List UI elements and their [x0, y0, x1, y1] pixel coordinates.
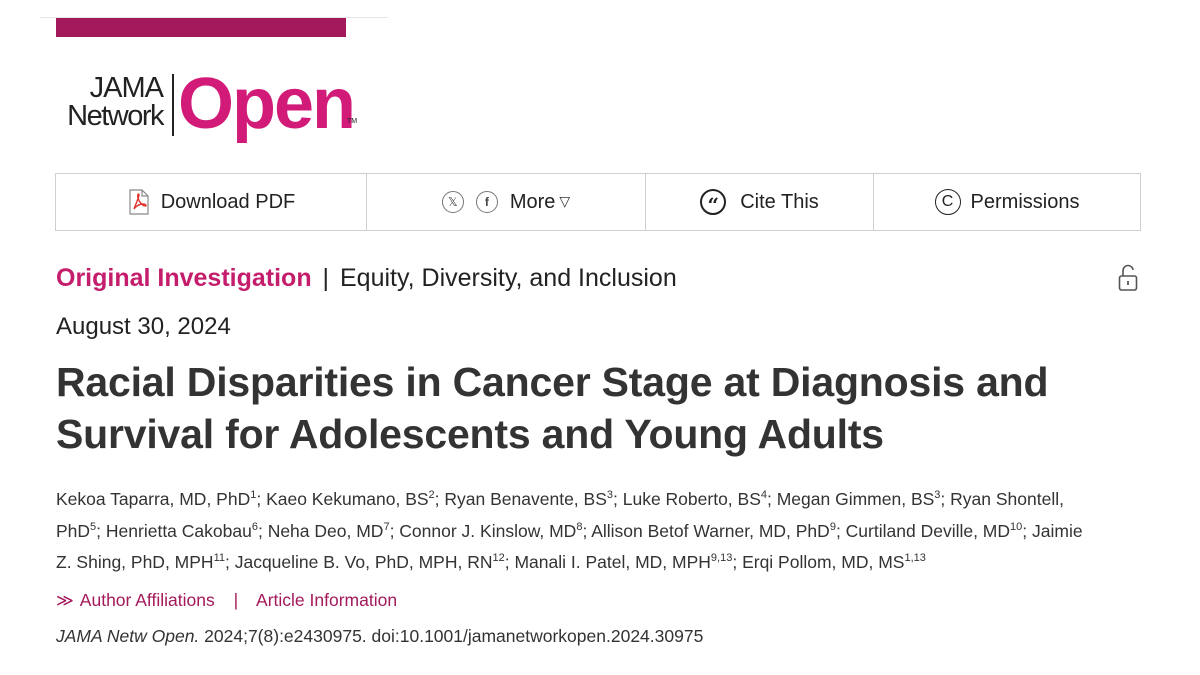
article-type-link[interactable]: Original Investigation — [56, 264, 312, 292]
author-affiliations-label: Author Affiliations — [79, 590, 215, 610]
logo-wordmark-left: JAMA Network — [55, 72, 164, 132]
logo-trademark: TM — [347, 118, 358, 125]
publication-date: August 30, 2024 — [56, 313, 231, 340]
brand-color-bar — [56, 18, 346, 37]
permissions-button[interactable]: C Permissions — [874, 174, 1140, 230]
article-section-link[interactable]: Equity, Diversity, and Inclusion — [340, 264, 677, 292]
article-title-line1: Racial Disparities in Cancer Stage at Di… — [56, 359, 1049, 405]
download-pdf-button[interactable]: Download PDF — [56, 174, 367, 230]
article-information-link[interactable]: Article Information — [256, 590, 397, 610]
author-item[interactable]: Allison Betof Warner, MD, PhD9 — [591, 521, 836, 541]
author-affiliation-number: 3 — [934, 489, 941, 502]
author-item[interactable]: Kaeo Kekumano, BS2 — [266, 489, 435, 509]
author-item[interactable]: Curtiland Deville, MD10 — [846, 521, 1023, 541]
author-name: Luke Roberto, BS — [622, 489, 761, 509]
author-name: Connor J. Kinslow, MD — [399, 520, 577, 541]
author-item[interactable]: Erqi Pollom, MD, MS1,13 — [742, 552, 926, 572]
author-item[interactable]: Connor J. Kinslow, MD8 — [399, 521, 582, 541]
more-label: More — [509, 190, 556, 213]
article-category: Original Investigation | Equity, Diversi… — [56, 264, 677, 293]
author-item[interactable]: Henrietta Cakobau6 — [106, 521, 258, 541]
author-name: Allison Betof Warner, MD, PhD — [591, 520, 830, 541]
unlock-icon — [1117, 264, 1139, 292]
pdf-icon — [127, 189, 151, 215]
author-item[interactable]: Jacqueline B. Vo, PhD, MPH, RN12 — [235, 552, 505, 572]
author-name: Curtiland Deville, MD — [845, 520, 1011, 541]
author-item[interactable]: Luke Roberto, BS4 — [623, 489, 767, 509]
category-separator: | — [322, 264, 330, 292]
author-name: Kaeo Kekumano, BS — [266, 489, 429, 509]
chevron-right-icon: ≫ — [56, 591, 74, 610]
author-affiliation-number: 2 — [428, 489, 435, 502]
author-affiliation-number: 6 — [251, 520, 258, 533]
citation-journal: JAMA Netw Open. — [56, 626, 200, 646]
author-affiliation-number: 7 — [383, 520, 390, 533]
article-toolbar: Download PDF 𝕏 f More ▽ “ Cite This C Pe… — [55, 173, 1141, 231]
article-links: ≫ Author Affiliations | Article Informati… — [56, 590, 397, 611]
logo-network-text: Network — [67, 100, 164, 132]
caret-down-icon: ▽ — [559, 194, 571, 210]
download-pdf-label: Download PDF — [160, 190, 296, 213]
copyright-icon: C — [934, 189, 961, 215]
author-affiliation-number: 3 — [606, 489, 613, 502]
author-item[interactable]: Neha Deo, MD7 — [268, 521, 390, 541]
cite-this-label: Cite This — [740, 190, 819, 213]
author-item[interactable]: Ryan Benavente, BS3 — [444, 489, 613, 509]
quote-icon: “ — [700, 189, 727, 215]
author-affiliation-number: 12 — [492, 552, 505, 565]
author-name: Kekoa Taparra, MD, PhD — [56, 489, 251, 509]
cite-this-button[interactable]: “ Cite This — [646, 174, 874, 230]
author-name: Jacqueline B. Vo, PhD, MPH, RN — [234, 552, 493, 572]
author-item[interactable]: Megan Gimmen, BS3 — [777, 489, 941, 509]
logo-divider — [172, 74, 174, 136]
logo-open-text: Open — [178, 64, 356, 144]
author-name: Ryan Benavente, BS — [444, 489, 607, 509]
author-affiliation-number: 5 — [90, 520, 97, 533]
citation-details: 2024;7(8):e2430975. doi:10.1001/jamanetw… — [199, 626, 704, 646]
author-name: Megan Gimmen, BS — [776, 489, 935, 509]
citation: JAMA Netw Open. 2024;7(8):e2430975. doi:… — [56, 626, 703, 647]
article-title-line2: Survival for Adolescents and Young Adult… — [56, 411, 884, 457]
author-list: Kekoa Taparra, MD, PhD1; Kaeo Kekumano, … — [56, 489, 1083, 572]
author-name: Erqi Pollom, MD, MS — [742, 552, 905, 572]
author-affiliation-number: 8 — [576, 520, 583, 533]
article-title: Racial Disparities in Cancer Stage at Di… — [56, 356, 1116, 460]
x-social-icon[interactable]: 𝕏 — [441, 191, 464, 213]
links-separator: | — [233, 590, 239, 610]
author-affiliation-number: 11 — [213, 552, 225, 565]
author-name: Neha Deo, MD — [267, 520, 384, 541]
author-name: Manali I. Patel, MD, MPH — [514, 552, 711, 572]
author-affiliations-link[interactable]: ≫ Author Affiliations — [56, 590, 220, 610]
author-name: Henrietta Cakobau — [105, 520, 252, 541]
author-item[interactable]: Kekoa Taparra, MD, PhD1 — [56, 489, 256, 509]
author-affiliation-number: 10 — [1010, 520, 1023, 533]
author-affiliation-number: 1,13 — [904, 552, 926, 565]
author-affiliation-number: 4 — [760, 489, 767, 502]
facebook-icon[interactable]: f — [475, 191, 498, 213]
permissions-label: Permissions — [970, 190, 1080, 213]
author-affiliation-number: 9 — [829, 520, 836, 533]
share-more-button[interactable]: 𝕏 f More ▽ — [367, 174, 646, 230]
author-item[interactable]: Manali I. Patel, MD, MPH9,13 — [514, 552, 732, 572]
author-affiliation-number: 9,13 — [710, 552, 733, 565]
logo-jama-text: JAMA — [89, 72, 164, 104]
author-affiliation-number: 1 — [250, 489, 257, 502]
